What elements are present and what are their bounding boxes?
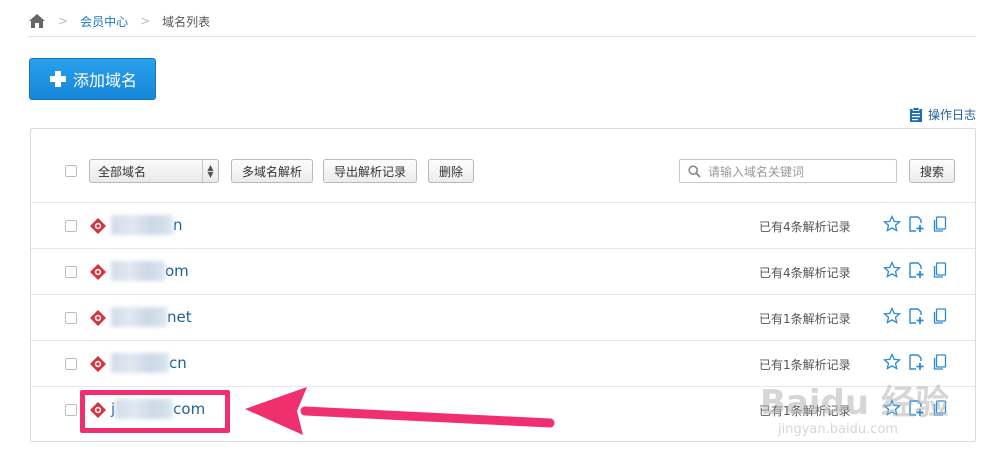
table-row[interactable]: om 已有4条解析记录 (31, 248, 975, 294)
toolbar: 全部域名 ▲ ▼ 多域名解析 导出解析记录 删除 请输入域名关键词 搜索 (31, 157, 975, 187)
select-all-checkbox[interactable] (65, 165, 77, 177)
row-checkbox[interactable] (65, 312, 77, 324)
domain-name[interactable]: om (111, 261, 189, 281)
domain-logo-icon (90, 218, 106, 234)
record-count: 已有4条解析记录 (759, 266, 851, 280)
home-icon[interactable] (28, 12, 46, 30)
row-actions (883, 215, 949, 233)
watermark-main: Baidu 经验 (760, 383, 949, 423)
add-record-icon[interactable] (907, 215, 925, 233)
multi-resolve-button[interactable]: 多域名解析 (231, 159, 313, 183)
search-icon (688, 164, 701, 178)
row-checkbox[interactable] (65, 266, 77, 278)
add-record-icon[interactable] (907, 307, 925, 325)
row-actions (883, 353, 949, 371)
copy-icon[interactable] (931, 353, 949, 371)
domain-filter-value: 全部域名 (98, 164, 147, 179)
search-button[interactable]: 搜索 (909, 159, 955, 183)
add-record-icon[interactable] (907, 353, 925, 371)
row-actions (883, 307, 949, 325)
operation-log-link[interactable]: 操作日志 (909, 106, 976, 123)
watermark: Baidu 经验 jingyan.baidu.com (760, 375, 980, 455)
copy-icon[interactable] (931, 261, 949, 279)
record-count: 已有1条解析记录 (759, 312, 851, 326)
plus-icon (50, 71, 66, 87)
table-row[interactable]: net 已有1条解析记录 (31, 294, 975, 340)
chevron-right-icon: > (140, 14, 151, 28)
redacted-text (111, 353, 169, 373)
select-arrows-icon: ▲ ▼ (202, 160, 218, 182)
breadcrumb: > 会员中心 > 域名列表 (28, 10, 210, 32)
domain-name[interactable]: net (111, 307, 192, 327)
divider (28, 36, 976, 37)
domain-name[interactable]: cn (111, 353, 187, 373)
record-count: 已有1条解析记录 (759, 358, 851, 372)
delete-button[interactable]: 删除 (428, 159, 474, 183)
add-record-icon[interactable] (907, 261, 925, 279)
clipboard-icon (909, 106, 922, 122)
export-records-button[interactable]: 导出解析记录 (323, 159, 417, 183)
star-icon[interactable] (883, 261, 901, 279)
star-icon[interactable] (883, 353, 901, 371)
record-count: 已有4条解析记录 (759, 220, 851, 234)
breadcrumb-member-center[interactable]: 会员中心 (80, 13, 128, 30)
redacted-text (111, 215, 173, 235)
breadcrumb-current: 域名列表 (162, 14, 211, 29)
domain-filter-select[interactable]: 全部域名 ▲ ▼ (89, 159, 219, 183)
domain-logo-icon (90, 264, 106, 280)
annotation-arrow (245, 387, 555, 435)
search-input[interactable]: 请输入域名关键词 (679, 159, 897, 183)
operation-log-label: 操作日志 (927, 108, 976, 122)
row-checkbox[interactable] (65, 358, 77, 370)
copy-icon[interactable] (931, 307, 949, 325)
copy-icon[interactable] (931, 215, 949, 233)
add-domain-button[interactable]: 添加域名 (29, 58, 156, 100)
redacted-text (111, 261, 165, 281)
watermark-sub: jingyan.baidu.com (778, 422, 898, 437)
search-placeholder: 请输入域名关键词 (708, 164, 805, 179)
domain-logo-icon (90, 356, 106, 372)
domain-logo-icon (90, 310, 106, 326)
star-icon[interactable] (883, 215, 901, 233)
chevron-right-icon: > (58, 14, 69, 28)
redacted-text (111, 307, 167, 327)
highlight-box (80, 390, 230, 433)
star-icon[interactable] (883, 307, 901, 325)
add-domain-label: 添加域名 (73, 71, 138, 90)
domain-name[interactable]: n (111, 215, 183, 235)
row-checkbox[interactable] (65, 404, 77, 416)
table-row[interactable]: n 已有4条解析记录 (31, 202, 975, 248)
row-actions (883, 261, 949, 279)
row-checkbox[interactable] (65, 220, 77, 232)
